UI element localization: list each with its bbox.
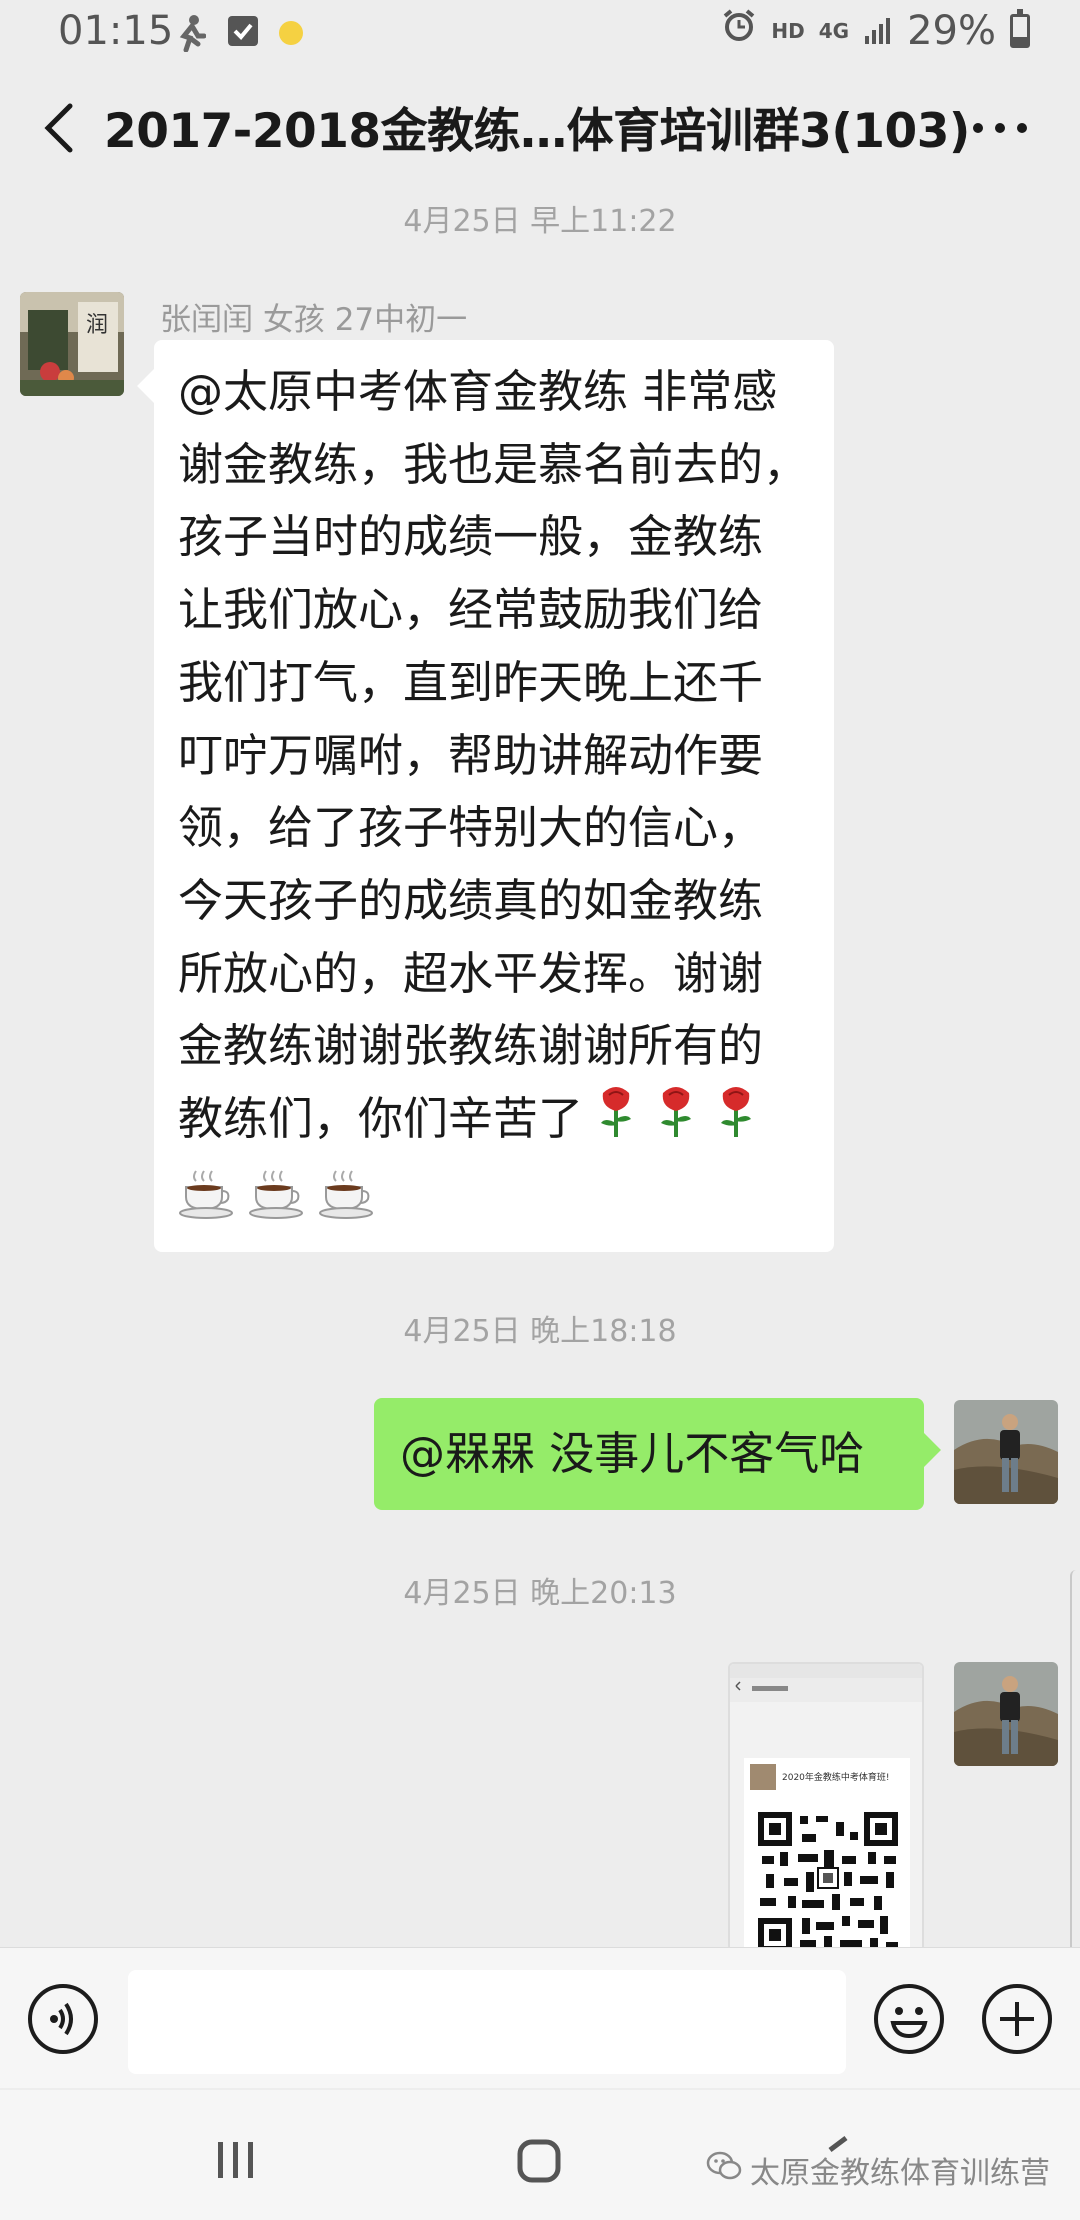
home-icon[interactable] [516, 2138, 562, 2188]
recent-apps-icon[interactable] [214, 2140, 258, 2184]
emoji-icon[interactable] [874, 1984, 944, 2054]
voice-icon[interactable] [28, 1984, 98, 2054]
message-timestamp: 4月25日 早上11:22 [403, 204, 677, 239]
chat-input-bar [0, 1947, 1080, 2088]
status-bar: 01:15 HD 4G 29% [0, 0, 1080, 70]
coffee-emoji-icon [248, 1167, 304, 1241]
status-time: 01:15 [58, 8, 174, 54]
dot-icon [278, 20, 304, 50]
hd-label: HD [771, 19, 805, 43]
coffee-emoji-icon [318, 1167, 374, 1241]
plus-icon[interactable] [982, 1984, 1052, 2054]
back-arrow-icon[interactable] [32, 98, 92, 158]
coffee-emoji-icon [178, 1167, 234, 1241]
my-avatar[interactable] [954, 1662, 1058, 1766]
message-timestamp: 4月25日 晚上18:18 [403, 1314, 677, 1349]
outgoing-message-bubble[interactable]: @槑槑 没事儿不客气哈 [374, 1398, 924, 1510]
system-nav-bar: 太原金教练体育训练营 [0, 2090, 1080, 2220]
svg-text:润: 润 [86, 313, 108, 338]
battery-icon [1010, 9, 1030, 48]
scrollbar[interactable] [1070, 1570, 1080, 1960]
chat-header: 2017-2018金教练…体育培训群3(103) [0, 72, 1080, 184]
signal-icon [863, 8, 893, 54]
checkbox-icon [226, 14, 260, 52]
image-caption: 2020年金教练中考体育班! [782, 1771, 890, 1783]
alarm-icon [721, 8, 757, 54]
message-timestamp: 4月25日 晚上20:13 [403, 1576, 677, 1611]
network-label: 4G [818, 19, 850, 43]
rose-emoji-icon [591, 1083, 641, 1161]
message-text: @太原中考体育金教练 非常感 谢金教练，我也是慕名前去的， 孩子当时的成绩一般，… [178, 365, 809, 1146]
outgoing-image-message[interactable]: 2020年金教练中考体育班! [728, 1662, 924, 1952]
runner-icon [176, 14, 207, 56]
message-text: @槑槑 没事儿不客气哈 [400, 1427, 865, 1480]
battery-text: 29% [907, 8, 996, 54]
rose-emoji-icon [711, 1083, 761, 1161]
wechat-logo-icon [706, 2151, 742, 2189]
chat-title: 2017-2018金教练…体育培训群3(103) [104, 104, 970, 159]
sender-avatar[interactable]: 润 [20, 292, 124, 396]
rose-emoji-icon [651, 1083, 701, 1161]
message-input[interactable] [128, 1970, 846, 2074]
watermark: 太原金教练体育训练营 [706, 2148, 1050, 2192]
watermark-text: 太原金教练体育训练营 [750, 2156, 1050, 2191]
more-icon[interactable] [968, 98, 1032, 158]
sender-nickname: 张闰闰 女孩 27中初一 [160, 302, 468, 338]
my-avatar[interactable] [954, 1400, 1058, 1504]
incoming-message-bubble[interactable]: @太原中考体育金教练 非常感 谢金教练，我也是慕名前去的， 孩子当时的成绩一般，… [154, 340, 834, 1252]
